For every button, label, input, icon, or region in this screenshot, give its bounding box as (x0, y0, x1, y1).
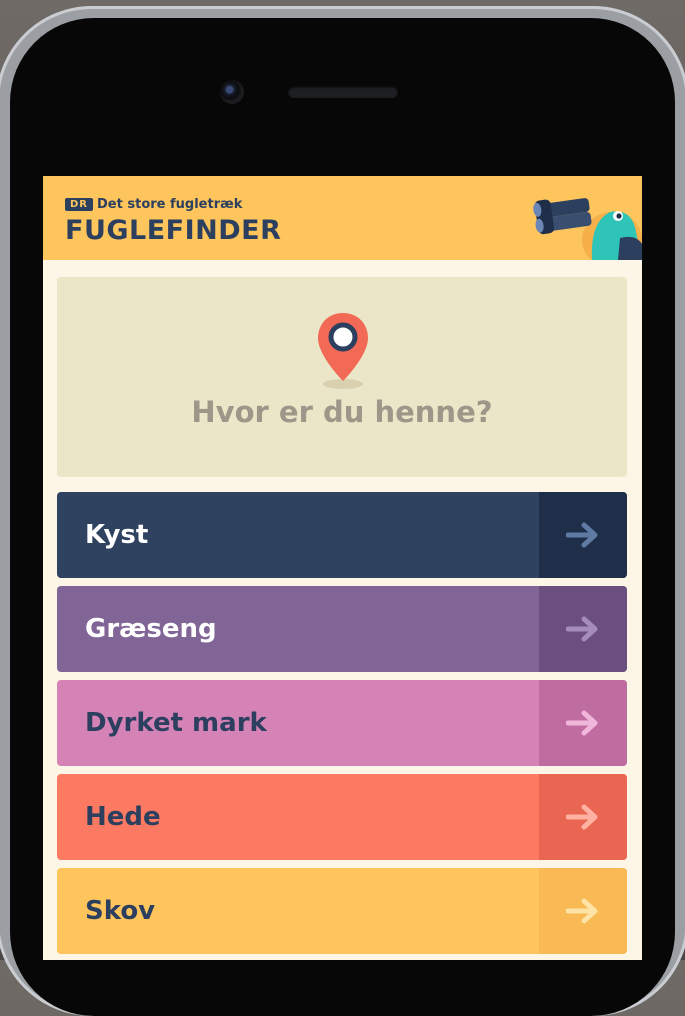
habitat-label: Kyst (85, 520, 149, 550)
habitat-label: Skov (85, 896, 156, 926)
earpiece-speaker (288, 86, 398, 98)
habitat-label: Græseng (85, 614, 217, 644)
brand-subtitle: Det store fugletræk (97, 197, 243, 212)
location-prompt-text: Hvor er du henne? (191, 395, 493, 429)
habitat-label: Dyrket mark (85, 708, 267, 738)
habitat-button-dyrket-mark[interactable]: Dyrket mark (57, 680, 627, 766)
habitat-button-skov[interactable]: Skov (57, 868, 627, 954)
front-camera (220, 80, 244, 104)
habitat-label: Hede (85, 802, 161, 832)
brand-logo[interactable]: DR Det store fugletræk FUGLEFINDER (65, 194, 281, 246)
habitat-arrow[interactable] (539, 680, 627, 766)
arrow-right-icon (566, 898, 598, 924)
habitat-button-graeseng[interactable]: Græseng (57, 586, 627, 672)
habitat-arrow[interactable] (539, 586, 627, 672)
habitat-arrow[interactable] (539, 492, 627, 578)
bird-with-binoculars-icon (533, 198, 642, 260)
arrow-right-icon (566, 616, 598, 642)
arrow-right-icon (566, 710, 598, 736)
location-prompt-card[interactable]: Hvor er du henne? (57, 277, 627, 477)
map-pin-icon (318, 313, 368, 389)
habitat-arrow[interactable] (539, 774, 627, 860)
habitat-button-hede[interactable]: Hede (57, 774, 627, 860)
brand-title: FUGLEFINDER (65, 215, 282, 246)
dr-logo-badge: DR (65, 198, 94, 211)
habitat-arrow[interactable] (539, 868, 627, 954)
app-header: DR Det store fugletræk FUGLEFINDER (43, 176, 642, 260)
arrow-right-icon (566, 522, 598, 548)
habitat-button-kyst[interactable]: Kyst (57, 492, 627, 578)
app-screen: DR Det store fugletræk FUGLEFINDER Hvor … (43, 176, 642, 960)
arrow-right-icon (566, 804, 598, 830)
